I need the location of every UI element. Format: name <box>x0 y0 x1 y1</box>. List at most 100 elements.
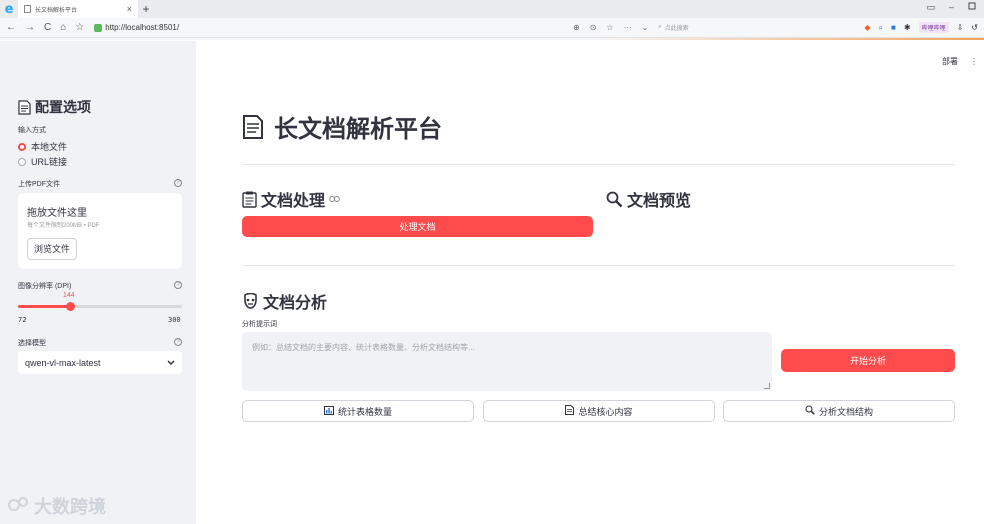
extension-badge[interactable]: 哔哩哔哩 <box>918 22 949 33</box>
model-label: 选择模型 <box>18 340 46 347</box>
file-dropzone[interactable]: 拖放文件这里 每个文件限制200MB • PDF 浏览文件 <box>18 193 182 269</box>
prompt-textarea[interactable]: 例如：总结文档的主要内容、统计表格数量、分析文档结构等... <box>242 332 772 391</box>
tab-close-icon[interactable]: × <box>127 4 132 14</box>
input-mode-label: 输入方式 <box>18 127 46 134</box>
more-icon[interactable]: ··· <box>624 23 632 32</box>
section-preview-title: 文档预览 <box>627 193 692 210</box>
extension-icons: ◆ ⌕ ■ ✱ 哔哩哔哩 ⇩ ↺ <box>864 22 978 33</box>
app-container: 配置选项 输入方式 本地文件 URL链接 上传PDF文件 ? 拖放文件这里 每个… <box>0 41 984 524</box>
reload-icon[interactable]: C <box>44 22 51 33</box>
extension-search-icon[interactable]: ⌕ <box>879 23 883 33</box>
download-icon[interactable]: ⇩ <box>957 23 964 32</box>
back-arrow-icon[interactable]: ← <box>6 22 16 33</box>
prompt-label: 分析提示词 <box>242 321 277 328</box>
dpi-label: 图像分辨率 (DPI) <box>18 283 72 290</box>
quick-button-label: 总结核心内容 <box>578 406 633 417</box>
window-maximize-icon[interactable] <box>968 2 976 13</box>
search-icon: ⌕ <box>658 24 662 30</box>
browser-tab-title: 长文档解析平台 <box>35 7 78 14</box>
undo-icon[interactable]: ↺ <box>971 23 978 32</box>
new-tab-button[interactable]: + <box>138 2 154 16</box>
document-icon <box>242 114 264 140</box>
divider <box>242 265 955 266</box>
window-controls: ▭ – <box>926 2 976 13</box>
section-analysis-heading: 文档分析 <box>242 289 327 313</box>
url-text: http://localhost:8501/ <box>105 23 180 32</box>
section-process-heading: 文档处理 <box>242 187 340 211</box>
quick-analyze-structure-button[interactable]: 分析文档结构 <box>723 400 955 422</box>
model-select-value: qwen-vl-max-latest <box>25 357 101 368</box>
location-icon[interactable]: ⊙ <box>590 23 597 32</box>
dpi-slider-thumb[interactable] <box>65 302 75 311</box>
radio-unselected-indicator <box>18 157 26 166</box>
browser-tab[interactable]: 长文档解析平台 × <box>18 0 138 18</box>
window-minimize-icon[interactable]: – <box>949 2 954 13</box>
main-menu-icon[interactable]: ⋮ <box>970 57 978 66</box>
radio-label: 本地文件 <box>31 142 68 152</box>
url-field[interactable]: http://localhost:8501/ <box>94 23 179 32</box>
window-restore-icon[interactable]: ▭ <box>926 2 935 13</box>
extension-image-icon[interactable]: ■ <box>891 23 896 32</box>
address-tools: ⊕ ⊙ ☆ ··· ⌄ ⌕ 点此搜索 <box>573 23 689 32</box>
dropzone-title: 拖放文件这里 <box>27 208 87 219</box>
process-document-button[interactable]: 处理文档 <box>242 216 593 237</box>
top-menu: 部署 ⋮ <box>942 56 978 67</box>
page-title: 长文档解析平台 <box>242 109 442 144</box>
section-analysis-title: 文档分析 <box>263 295 328 312</box>
chart-icon <box>323 405 334 417</box>
upload-label: 上传PDF文件 <box>18 181 60 188</box>
watermark-text: 大数跨境 <box>34 497 106 517</box>
section-preview-heading: 文档预览 <box>606 187 691 211</box>
radio-selected-indicator <box>18 142 26 151</box>
help-icon[interactable]: ? <box>174 179 182 187</box>
browser-logo-icon: e <box>4 1 14 17</box>
main-content: 部署 ⋮ 长文档解析平台 文档处理 处理文档 文档预览 文档分析 分析提示词 例… <box>196 41 984 524</box>
resize-grip-icon[interactable] <box>764 383 770 389</box>
browser-search-box[interactable]: ⌕ 点此搜索 <box>658 23 688 32</box>
forward-arrow-icon[interactable]: → <box>25 22 35 33</box>
document-icon <box>18 99 31 115</box>
quick-count-tables-button[interactable]: 统计表格数量 <box>242 400 474 422</box>
bookmark-star-icon[interactable]: ☆ <box>606 23 613 32</box>
model-select[interactable]: qwen-vl-max-latest <box>18 351 182 374</box>
help-icon[interactable]: ? <box>174 338 182 346</box>
magnifier-icon <box>606 191 623 208</box>
radio-local-file[interactable]: 本地文件 <box>18 140 67 153</box>
extensions-puzzle-icon[interactable]: ✱ <box>904 23 911 32</box>
dpi-slider-min: 72 <box>18 316 27 324</box>
toolbar-accent-line <box>0 38 984 40</box>
dpi-slider-fill <box>18 305 70 308</box>
deploy-button[interactable]: 部署 <box>942 56 958 67</box>
start-analysis-button[interactable]: 开始分析 <box>781 349 955 372</box>
quick-button-label: 分析文档结构 <box>818 406 873 417</box>
anchor-link-icon[interactable] <box>329 190 340 208</box>
extension-game-icon[interactable]: ◆ <box>864 23 870 32</box>
document-icon <box>565 405 575 417</box>
page-title-text: 长文档解析平台 <box>274 116 442 143</box>
nav-controls: ← → C ⌂ ☆ <box>6 22 84 33</box>
prompt-placeholder: 例如：总结文档的主要内容、统计表格数量、分析文档结构等... <box>252 343 475 352</box>
chevron-down-icon <box>167 358 175 368</box>
quick-button-label: 统计表格数量 <box>337 406 392 417</box>
watermark-logo-icon <box>8 496 30 517</box>
favorites-icon[interactable]: ☆ <box>75 22 84 33</box>
dpi-slider-track[interactable] <box>18 302 182 311</box>
dropdown-chevron-icon[interactable]: ⌄ <box>642 23 649 32</box>
dpi-slider-max: 300 <box>168 316 181 324</box>
page-favicon-icon <box>24 5 31 13</box>
sidebar-title-text: 配置选项 <box>35 99 91 115</box>
watermark: 大数跨境 <box>8 493 106 519</box>
home-icon[interactable]: ⌂ <box>60 22 66 33</box>
browse-files-button[interactable]: 浏览文件 <box>27 238 78 260</box>
section-process-title: 文档处理 <box>261 193 326 210</box>
quick-summarize-button[interactable]: 总结核心内容 <box>483 400 715 422</box>
help-icon[interactable]: ? <box>174 281 182 289</box>
zoom-icon[interactable]: ⊕ <box>573 23 580 32</box>
radio-url-link[interactable]: URL链接 <box>18 155 67 168</box>
dpi-slider-value: 144 <box>63 292 75 299</box>
secure-shield-icon <box>94 23 103 32</box>
browser-tab-strip: e 长文档解析平台 × + ▭ – <box>0 0 984 18</box>
sidebar-title: 配置选项 <box>18 97 91 117</box>
clipboard-icon <box>242 191 257 208</box>
search-placeholder: 点此搜索 <box>664 26 689 32</box>
